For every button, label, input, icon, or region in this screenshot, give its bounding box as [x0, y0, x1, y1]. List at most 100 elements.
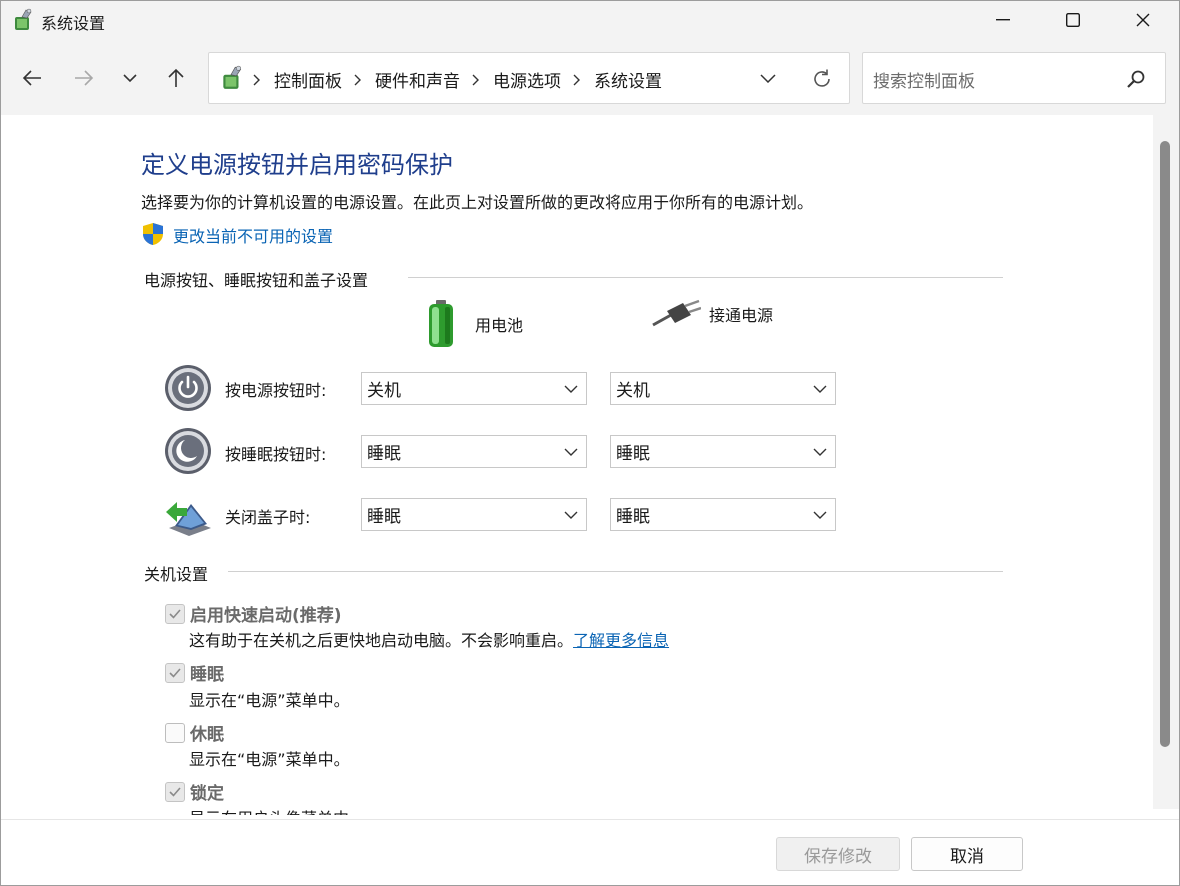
forward-button[interactable]: [67, 61, 101, 95]
chevron-down-icon: [123, 74, 137, 83]
main-content: 定义电源按钮并启用密码保护 选择要为你的计算机设置的电源设置。在此页上对设置所做…: [1, 115, 1153, 815]
breadcrumb-control-panel[interactable]: 控制面板: [274, 67, 342, 92]
sleep-option-description: 显示在“电源”菜单中。: [189, 691, 350, 710]
cancel-button[interactable]: 取消: [911, 837, 1023, 871]
arrow-left-icon: [22, 70, 41, 86]
fast-startup-desc-text: 这有助于在关机之后更快地启动电脑。不会影响重启。: [189, 631, 574, 650]
address-dropdown-button[interactable]: [757, 67, 779, 89]
lid-close-battery-value: 睡眠: [367, 507, 401, 527]
power-button-battery-value: 关机: [367, 381, 401, 401]
learn-more-link[interactable]: 了解更多信息: [573, 631, 669, 650]
search-placeholder: 搜索控制面板: [873, 72, 975, 92]
lid-close-label: 关闭盖子时:: [225, 508, 311, 527]
page-title: 定义电源按钮并启用密码保护: [141, 151, 453, 179]
vertical-scrollbar[interactable]: [1153, 115, 1179, 809]
sleep-checkbox[interactable]: [165, 662, 185, 683]
battery-icon: [429, 300, 453, 347]
power-plug-icon: [652, 299, 701, 327]
chevron-right-icon: [573, 73, 583, 87]
sleep-button-icon: [165, 428, 211, 474]
sleep-button-plugged-value: 睡眠: [616, 444, 650, 464]
breadcrumb: 控制面板 硬件和声音 电源选项 系统设置: [253, 67, 662, 92]
minimize-icon: [996, 19, 1010, 21]
arrow-right-icon: [75, 70, 94, 86]
checkmark-icon: [169, 608, 181, 619]
checkmark-icon: [169, 667, 181, 678]
arrow-up-icon: [168, 68, 184, 87]
chevron-down-icon: [564, 385, 578, 393]
recent-locations-button[interactable]: [113, 61, 147, 95]
chevron-down-icon: [564, 511, 578, 519]
close-button[interactable]: [1108, 1, 1178, 39]
address-bar[interactable]: 控制面板 硬件和声音 电源选项 系统设置: [208, 52, 850, 104]
laptop-lid-icon: [166, 502, 211, 536]
plugged-column-header: 接通电源: [649, 299, 773, 329]
plugged-column-label: 接通电源: [709, 306, 774, 325]
lock-checkbox[interactable]: [165, 781, 185, 802]
section-divider: [228, 571, 1003, 572]
shutdown-section-heading: 关机设置: [144, 565, 209, 584]
save-changes-button[interactable]: 保存修改: [776, 837, 900, 871]
back-button[interactable]: [15, 61, 49, 95]
power-button-battery-select[interactable]: 关机: [361, 372, 587, 405]
chevron-down-icon: [813, 448, 827, 456]
breadcrumb-hardware-sound[interactable]: 硬件和声音: [375, 67, 460, 92]
sleep-button-battery-select[interactable]: 睡眠: [361, 435, 587, 468]
chevron-right-icon: [253, 73, 263, 87]
fast-startup-checkbox[interactable]: [165, 603, 185, 624]
fast-startup-label: 启用快速启动(推荐): [190, 606, 342, 626]
chevron-down-icon: [813, 511, 827, 519]
sleep-button-plugged-select[interactable]: 睡眠: [610, 435, 836, 468]
refresh-button[interactable]: [809, 66, 835, 92]
chevron-down-icon: [564, 448, 578, 456]
close-icon: [1136, 13, 1150, 27]
hibernate-checkbox[interactable]: [165, 722, 185, 743]
fast-startup-option: 启用快速启动(推荐): [165, 601, 342, 626]
scrollbar-thumb[interactable]: [1160, 141, 1170, 747]
sleep-button-label: 按睡眠按钮时:: [225, 445, 327, 464]
chevron-down-icon: [813, 385, 827, 393]
power-buttons-section-heading: 电源按钮、睡眠按钮和盖子设置: [144, 271, 369, 290]
battery-column-label: 用电池: [475, 316, 524, 335]
lock-option-label: 锁定: [190, 784, 224, 804]
control-panel-icon: [223, 65, 242, 89]
power-button-icon: [165, 365, 211, 411]
lid-close-battery-select[interactable]: 睡眠: [361, 498, 587, 531]
lid-close-plugged-value: 睡眠: [616, 507, 650, 527]
navigation-bar: 控制面板 硬件和声音 电源选项 系统设置 搜索控制面板: [1, 39, 1179, 115]
checkmark-icon: [169, 786, 181, 797]
page-description: 选择要为你的计算机设置的电源设置。在此页上对设置所做的更改将应用于你所有的电源计…: [141, 193, 814, 212]
search-icon: [1127, 70, 1145, 88]
maximize-button[interactable]: [1038, 1, 1108, 39]
power-button-plugged-select[interactable]: 关机: [610, 372, 836, 405]
battery-column-header: 用电池: [425, 299, 523, 349]
power-button-plugged-value: 关机: [616, 381, 650, 401]
breadcrumb-system-settings[interactable]: 系统设置: [594, 67, 662, 92]
search-input[interactable]: 搜索控制面板: [862, 52, 1166, 104]
sleep-option-label: 睡眠: [190, 665, 224, 685]
breadcrumb-power-options[interactable]: 电源选项: [493, 67, 561, 92]
change-unavailable-settings-link[interactable]: 更改当前不可用的设置: [173, 223, 333, 247]
chevron-down-icon: [760, 74, 776, 83]
minimize-button[interactable]: [968, 1, 1038, 39]
lid-close-plugged-select[interactable]: 睡眠: [610, 498, 836, 531]
chevron-right-icon: [472, 73, 482, 87]
control-panel-app-icon: [15, 8, 32, 30]
control-panel-window: 系统设置 控制面板 硬件和声音 电源选项 系统设置 搜索控制面板 定义电源按钮并…: [0, 0, 1180, 886]
maximize-icon: [1066, 13, 1080, 27]
hibernate-option-label: 休眠: [190, 725, 224, 745]
power-button-label: 按电源按钮时:: [225, 381, 327, 400]
refresh-icon: [814, 69, 830, 87]
lock-option: 锁定: [165, 779, 224, 804]
section-divider: [408, 277, 1003, 278]
sleep-option: 睡眠: [165, 660, 224, 685]
uac-shield-icon: [143, 223, 163, 245]
sleep-button-battery-value: 睡眠: [367, 444, 401, 464]
title-bar: 系统设置: [1, 1, 1179, 39]
lock-option-description: 显示在用户头像菜单中。: [189, 805, 365, 815]
chevron-right-icon: [354, 73, 364, 87]
up-button[interactable]: [159, 61, 193, 95]
hibernate-option-description: 显示在“电源”菜单中。: [189, 750, 350, 769]
fast-startup-description: 这有助于在关机之后更快地启动电脑。不会影响重启。了解更多信息: [189, 627, 669, 651]
hibernate-option: 休眠: [165, 720, 224, 745]
